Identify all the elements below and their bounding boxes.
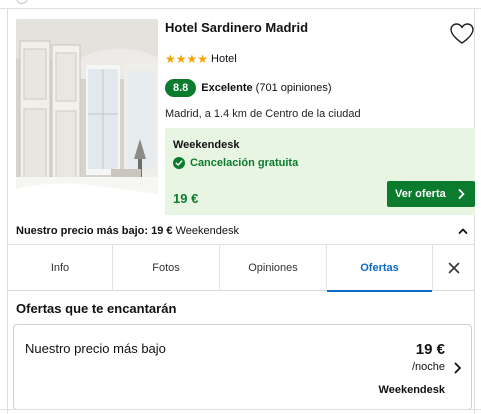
chevron-right-icon xyxy=(454,362,461,374)
lowest-price-label: Nuestro precio más bajo: xyxy=(16,225,149,237)
hotel-card: Hotel Sardinero Madrid ★★★★ Hotel 8.8 Ex… xyxy=(7,9,475,414)
tab-info[interactable]: Info xyxy=(8,245,113,291)
cancellation-text: Cancelación gratuita xyxy=(190,157,299,169)
tab-fotos[interactable]: Fotos xyxy=(113,245,220,291)
offer-card[interactable]: Nuestro precio más bajo 19 € /noche Week… xyxy=(13,324,472,410)
offer-price-unit: /noche xyxy=(411,361,445,373)
deal-panel: Weekendesk Cancelación gratuita 19 € Ver… xyxy=(165,128,475,215)
view-deal-label: Ver oferta xyxy=(395,188,446,200)
offer-provider: Weekendesk xyxy=(378,384,445,396)
close-details-button[interactable] xyxy=(433,245,474,291)
detail-tabs: Info Fotos Opiniones Ofertas xyxy=(8,245,474,292)
favorite-button[interactable] xyxy=(449,22,475,46)
free-cancellation: Cancelación gratuita xyxy=(173,157,298,169)
deal-price: 19 € xyxy=(173,191,199,206)
lowest-price-summary: Nuestro precio más bajo: 19 € Weekendesk xyxy=(16,225,239,237)
score-badge: 8.8 xyxy=(165,79,197,97)
chevron-right-icon xyxy=(458,189,465,199)
lowest-price-provider: Weekendesk xyxy=(175,225,239,237)
heart-icon xyxy=(450,23,474,44)
divider xyxy=(0,409,481,414)
hotel-name[interactable]: Hotel Sardinero Madrid xyxy=(165,20,308,35)
tab-ofertas[interactable]: Ofertas xyxy=(327,245,433,292)
previous-card-edge xyxy=(16,0,28,4)
chevron-up-icon[interactable] xyxy=(458,227,468,235)
hotel-location: Madrid, a 1.4 km de Centro de la ciudad xyxy=(165,108,361,120)
rating-summary[interactable]: 8.8 Excelente (701 opiniones) xyxy=(165,79,332,97)
tab-opiniones[interactable]: Opiniones xyxy=(220,245,327,291)
hotel-room-image xyxy=(16,19,158,216)
view-deal-button[interactable]: Ver oferta xyxy=(387,181,475,207)
hotel-type: Hotel xyxy=(211,53,237,65)
offers-section-title: Ofertas que te encantarán xyxy=(16,301,177,316)
star-icon: ★★★★ xyxy=(165,52,209,66)
star-rating: ★★★★ Hotel xyxy=(165,53,237,65)
check-circle-icon xyxy=(173,157,185,169)
lowest-price-bar[interactable]: Nuestro precio más bajo: 19 € Weekendesk xyxy=(8,217,474,245)
hotel-photo[interactable] xyxy=(16,19,158,216)
top-strip xyxy=(0,0,481,9)
offer-price: 19 € xyxy=(415,341,445,358)
rating-label: Excelente xyxy=(201,82,253,94)
offer-label: Nuestro precio más bajo xyxy=(25,341,166,356)
deal-provider: Weekendesk xyxy=(173,139,240,151)
lowest-price-value: 19 € xyxy=(151,225,173,237)
review-count: (701 opiniones) xyxy=(255,82,332,94)
close-icon xyxy=(448,262,459,274)
